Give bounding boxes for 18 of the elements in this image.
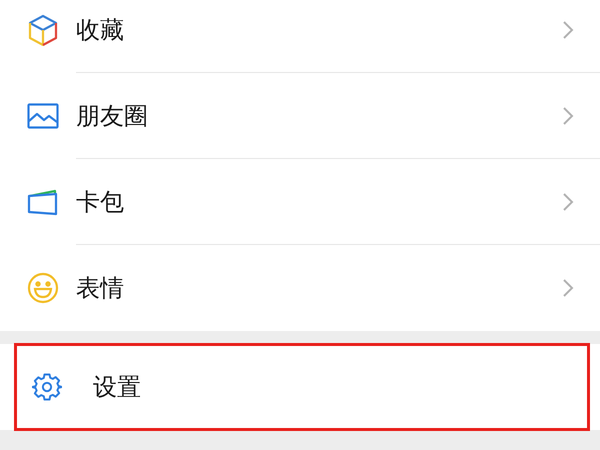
menu-label: 收藏 (76, 14, 125, 46)
chevron-icon (562, 192, 574, 212)
smiley-icon (27, 272, 59, 304)
chevron-icon (562, 20, 574, 40)
menu-label: 朋友圈 (76, 100, 149, 132)
image-icon (27, 103, 59, 129)
card-icon (27, 188, 59, 216)
menu-item[interactable]: 朋友圈 (0, 73, 600, 159)
cube-icon (28, 14, 58, 46)
menu-label: 卡包 (76, 186, 125, 218)
chevron-icon (562, 278, 574, 298)
menu-item[interactable]: 收藏 (0, 0, 600, 73)
menu-item[interactable]: 表情 (0, 245, 600, 331)
menu-label: 表情 (76, 273, 125, 304)
settings-icon (32, 372, 62, 402)
menu-item[interactable]: 卡包 (0, 159, 600, 245)
chevron-icon (562, 106, 574, 126)
menu-label: 设置 (93, 372, 142, 403)
